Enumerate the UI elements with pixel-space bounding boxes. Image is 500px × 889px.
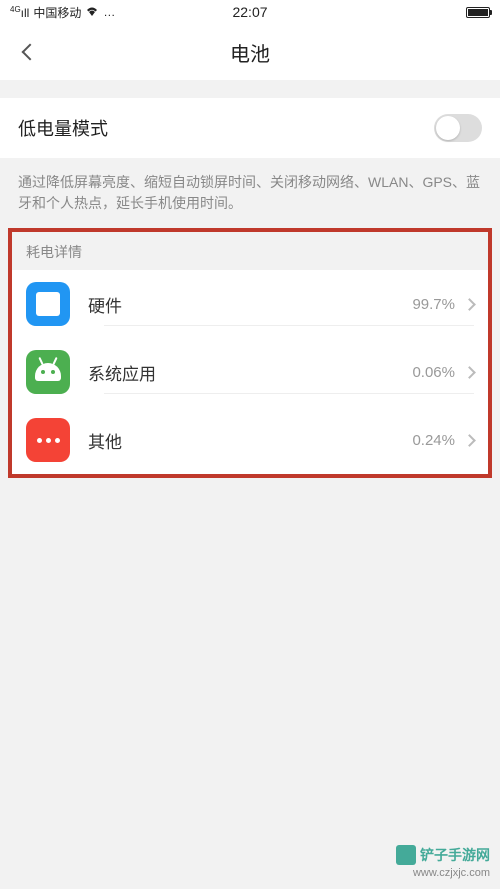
chevron-left-icon: [22, 44, 39, 61]
nav-header: 电池: [0, 24, 500, 80]
low-power-label: 低电量模式: [18, 115, 434, 141]
status-time: 22:07: [232, 4, 267, 20]
usage-section-header: 耗电详情: [12, 232, 488, 270]
status-bar: 4Gıll 中国移动 … 22:07: [0, 0, 500, 24]
usage-row-system[interactable]: 系统应用 0.06%: [12, 338, 488, 406]
watermark: 铲子手游网 www.czjxjc.com: [396, 845, 490, 879]
system-app-icon: [26, 350, 70, 394]
chevron-right-icon: [463, 298, 476, 311]
chevron-right-icon: [463, 366, 476, 379]
signal-indicator: 4Gıll: [10, 5, 29, 20]
watermark-url: www.czjxjc.com: [396, 867, 490, 879]
status-right: [466, 7, 490, 18]
status-left: 4Gıll 中国移动 …: [10, 4, 115, 21]
battery-icon: [466, 7, 490, 18]
low-power-description: 通过降低屏幕亮度、缩短自动锁屏时间、关闭移动网络、WLAN、GPS、蓝牙和个人热…: [0, 158, 500, 228]
back-button[interactable]: [18, 40, 42, 64]
wifi-icon: [85, 5, 99, 19]
watermark-title: 铲子手游网: [420, 845, 490, 865]
usage-highlight-box: 耗电详情 硬件 99.7% 系统应用 0.06%: [8, 228, 492, 478]
usage-item-value: 0.24%: [412, 432, 455, 449]
usage-item-label: 硬件: [88, 292, 412, 317]
hardware-icon: [26, 282, 70, 326]
usage-row-other[interactable]: 其他 0.24%: [12, 406, 488, 474]
other-icon: [26, 418, 70, 462]
watermark-logo-icon: [396, 845, 416, 865]
page-title: 电池: [230, 38, 270, 67]
usage-item-value: 0.06%: [412, 364, 455, 381]
status-extra: …: [103, 5, 115, 19]
usage-item-label: 其他: [88, 428, 412, 453]
low-power-toggle[interactable]: [434, 114, 482, 142]
chevron-right-icon: [463, 434, 476, 447]
usage-item-label: 系统应用: [88, 360, 412, 385]
toggle-knob: [436, 116, 460, 140]
usage-item-value: 99.7%: [412, 296, 455, 313]
low-power-row[interactable]: 低电量模式: [0, 98, 500, 158]
section-gap: [0, 80, 500, 98]
carrier-name: 中国移动: [33, 4, 81, 21]
usage-row-hardware[interactable]: 硬件 99.7%: [12, 270, 488, 338]
